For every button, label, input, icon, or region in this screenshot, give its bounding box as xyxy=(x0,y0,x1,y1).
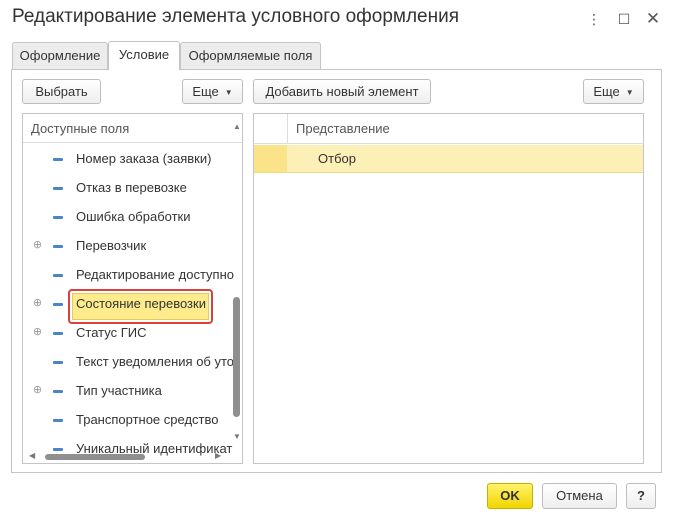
row-selector-cell[interactable] xyxy=(254,145,287,172)
field-icon xyxy=(53,390,63,393)
right-more-button[interactable]: Еще ▼ xyxy=(583,79,644,104)
expand-plus-icon[interactable]: ⊕ xyxy=(32,240,43,251)
scroll-down-icon[interactable]: ▼ xyxy=(233,432,241,441)
dropdown-arrow-icon: ▼ xyxy=(224,88,233,98)
field-icon xyxy=(53,332,63,335)
column-header-representation: Представление xyxy=(296,121,390,136)
column-divider xyxy=(287,114,288,144)
tree-item-label: Редактирование доступно xyxy=(76,267,235,282)
tree-item-label: Статус ГИС xyxy=(76,325,147,340)
help-button[interactable]: ? xyxy=(626,483,656,509)
tree-item[interactable]: ⊕ Тип участника xyxy=(23,376,233,405)
tree-item-label: Перевозчик xyxy=(76,238,147,253)
more-label: Еще xyxy=(593,84,620,99)
available-fields-tree[interactable]: Доступные поля Номер заказа (заявки) Отк… xyxy=(22,113,243,464)
field-icon xyxy=(53,245,63,248)
tree-item[interactable]: Отказ в перевозке xyxy=(23,173,233,202)
maximize-icon[interactable]: ☐ xyxy=(613,8,635,30)
horizontal-scrollbar[interactable]: ◀ ▶ xyxy=(23,450,242,463)
tree-item[interactable]: Текст уведомления об уто xyxy=(23,347,235,376)
left-more-button[interactable]: Еще ▼ xyxy=(182,79,243,104)
expand-plus-icon[interactable]: ⊕ xyxy=(32,298,43,309)
tab-formatted-fields[interactable]: Оформляемые поля xyxy=(180,42,321,69)
add-new-element-button[interactable]: Добавить новый элемент xyxy=(253,79,431,104)
tree-item-label: Состояние перевозки xyxy=(76,296,206,311)
expand-plus-icon[interactable]: ⊕ xyxy=(32,327,43,338)
scroll-left-icon[interactable]: ◀ xyxy=(29,451,35,460)
ok-button[interactable]: OK xyxy=(487,483,533,509)
dropdown-arrow-icon: ▼ xyxy=(625,88,634,98)
scroll-thumb[interactable] xyxy=(233,297,240,417)
more-label: Еще xyxy=(192,84,219,99)
field-icon xyxy=(53,419,63,422)
tree-item[interactable]: Транспортное средство xyxy=(23,405,233,434)
table-row[interactable]: Отбор xyxy=(254,145,643,173)
table-header: Представление xyxy=(254,114,643,144)
row-label: Отбор xyxy=(318,151,356,166)
tree-item-label: Номер заказа (заявки) xyxy=(76,151,212,166)
field-icon xyxy=(53,274,63,277)
tree-item-label: Ошибка обработки xyxy=(76,209,191,224)
tree-item[interactable]: Номер заказа (заявки) xyxy=(23,144,233,173)
tree-item[interactable]: ⊕ Перевозчик xyxy=(23,231,233,260)
window-menu-icon[interactable]: ⋮ xyxy=(583,8,605,30)
tree-item[interactable]: ⊕ Статус ГИС xyxy=(23,318,233,347)
field-icon xyxy=(53,158,63,161)
scroll-up-icon[interactable]: ▲ xyxy=(233,122,241,131)
tree-item[interactable]: Ошибка обработки xyxy=(23,202,233,231)
tree-item-label: Тип участника xyxy=(76,383,162,398)
tab-condition[interactable]: Условие xyxy=(108,41,180,70)
close-icon[interactable]: ✕ xyxy=(642,8,664,30)
tree-item-label: Транспортное средство xyxy=(76,412,219,427)
scroll-right-icon[interactable]: ▶ xyxy=(215,451,221,460)
tree-item-label: Текст уведомления об уто xyxy=(76,354,235,369)
field-icon xyxy=(53,361,63,364)
tree-item-selected[interactable]: ⊕ Состояние перевозки xyxy=(23,289,233,318)
field-icon xyxy=(53,216,63,219)
scroll-thumb[interactable] xyxy=(45,454,145,460)
cancel-button[interactable]: Отмена xyxy=(542,483,617,509)
tree-item-label: Отказ в перевозке xyxy=(76,180,187,195)
select-button[interactable]: Выбрать xyxy=(22,79,101,104)
field-icon xyxy=(53,187,63,190)
field-icon xyxy=(53,303,63,306)
window-title: Редактирование элемента условного оформл… xyxy=(12,6,460,27)
tab-formatting[interactable]: Оформление xyxy=(12,42,108,69)
expand-plus-icon[interactable]: ⊕ xyxy=(32,385,43,396)
tree-item[interactable]: Редактирование доступно xyxy=(23,260,235,289)
vertical-scrollbar[interactable]: ▲ ▼ xyxy=(230,114,242,449)
tree-header: Доступные поля xyxy=(23,114,242,143)
condition-table[interactable]: Представление Отбор xyxy=(253,113,644,464)
